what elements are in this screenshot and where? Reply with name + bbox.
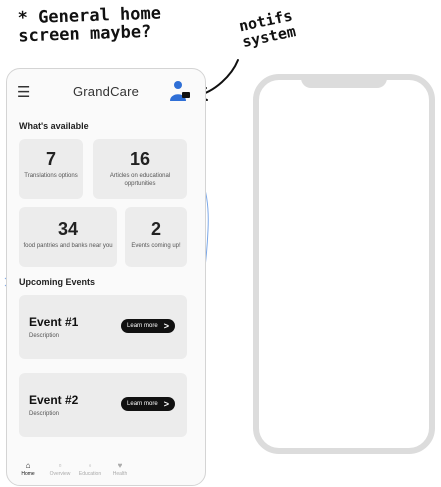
tab-home[interactable]: ⌂ Home [13,461,43,477]
home-screen-phone: ☰ GrandCare What's available 7 Translati… [6,68,206,486]
tab-home-label: Home [21,471,35,477]
learn-more-label: Learn more [127,401,158,407]
event-title: Event #1 [29,315,79,329]
chevron-right-icon: > [163,321,169,331]
event-card: Event #1 Description Learn more > [19,295,187,359]
tab-overview[interactable]: ▫ Overview [45,461,75,477]
events-coming-card[interactable]: 2 Events coming up! [125,207,187,267]
profile-notification-icon[interactable] [169,79,191,103]
articles-label: Articles on educational opprtunities [109,173,171,187]
event-description: Description [29,333,60,339]
translations-count: 7 [45,149,56,169]
tab-health-label: Health [112,471,128,477]
tab-overview-label: Overview [49,471,71,477]
whats-available-heading: What's available [19,121,89,131]
chevron-right-icon: > [163,399,169,409]
articles-card[interactable]: 16 Articles on educational opprtunities [93,139,187,199]
food-pantries-label: food pantries and banks near you [23,243,113,249]
overview-icon: ▫ [58,461,62,470]
event-card: Event #2 Description Learn more > [19,373,187,437]
food-pantries-card[interactable]: 34 food pantries and banks near you [19,207,117,267]
annotation-home-screen: * General home screen maybe? [17,3,162,47]
tab-education-label: Education [78,471,102,477]
home-icon: ⌂ [25,461,31,470]
bottom-tab-bar: ⌂ Home ▫ Overview ◦ Education ♥ Health [7,455,205,479]
learn-more-button[interactable]: Learn more > [121,397,175,411]
articles-count: 16 [129,149,151,169]
translations-label: Translations options [24,173,78,179]
education-icon: ◦ [88,461,92,470]
phone-notch [301,74,387,88]
events-coming-count: 2 [150,219,161,239]
tab-education[interactable]: ◦ Education [75,461,105,477]
blank-phone-frame [253,74,435,454]
upcoming-events-heading: Upcoming Events [19,277,96,287]
event-title: Event #2 [29,393,79,407]
translations-card[interactable]: 7 Translations options [19,139,83,199]
heart-icon: ♥ [117,461,123,470]
tab-health[interactable]: ♥ Health [105,461,135,477]
learn-more-label: Learn more [127,323,158,329]
event-description: Description [29,411,60,417]
annotation-notifs-system: notifs system [237,6,298,51]
events-coming-label: Events coming up! [131,243,181,249]
app-bar: ☰ GrandCare [7,79,205,107]
learn-more-button[interactable]: Learn more > [121,319,175,333]
food-pantries-count: 34 [57,219,79,239]
